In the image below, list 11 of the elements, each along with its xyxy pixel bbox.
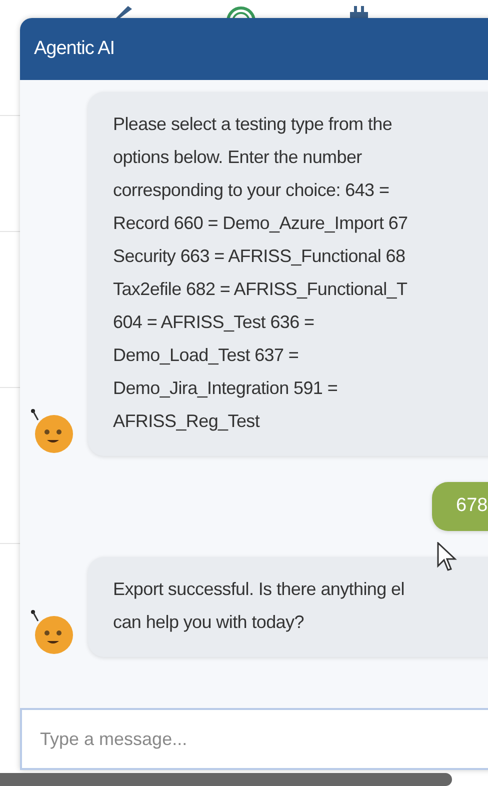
bot-avatar-icon xyxy=(30,408,76,454)
message-text: Export successful. Is there anything el can help you with today? xyxy=(113,578,404,634)
mouse-pointer-icon xyxy=(437,542,457,572)
window-title: Agentic AI xyxy=(34,36,115,61)
scrollbar[interactable] xyxy=(0,773,452,786)
user-message-bubble: 678 xyxy=(432,482,488,530)
target-icon[interactable] xyxy=(226,6,256,18)
message-text: Please select a testing type from the options below. Enter the number corresponding to your choice: 643 = Record 660 = Demo_Azure_Import 67 Security 663 = AFRISS_Functional 68 Tax2efile 682 = AFRISS_Functional_T 604 = AFRISS_Test 636 = Demo_Load_Test 637 = Demo_Jira_Integration 591 = AFRISS_Reg_Test xyxy=(113,113,408,433)
bot-avatar-icon xyxy=(30,608,76,654)
plug-icon[interactable] xyxy=(348,6,370,18)
message-field[interactable]: Type a message... xyxy=(20,708,488,770)
